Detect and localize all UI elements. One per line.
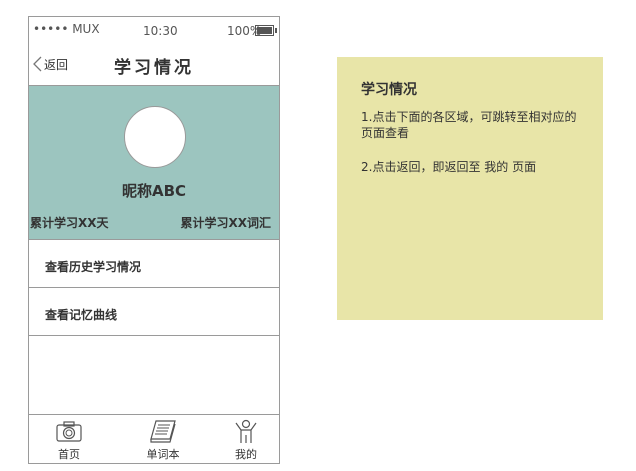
menu-item-label: 查看历史学习情况 xyxy=(45,260,142,274)
menu-item-label: 查看记忆曲线 xyxy=(45,308,118,322)
menu-item-memory-curve[interactable]: 查看记忆曲线 xyxy=(29,287,279,336)
profile-header: 昵称ABC 累计学习XX天 累计学习XX词汇 xyxy=(29,86,279,239)
person-icon xyxy=(235,419,257,443)
battery-icon xyxy=(255,25,277,36)
nickname: 昵称ABC xyxy=(121,182,187,200)
tab-label: 首页 xyxy=(58,448,80,461)
camera-icon xyxy=(56,421,82,442)
tab-bar: 首页 单词本 我的 xyxy=(29,414,279,463)
phone-frame: ••••• MUX 10:30 100% 返回 学习情况 昵称ABC 累计学习X… xyxy=(28,16,280,464)
annotation-note: 学习情况 1.点击下面的各区域，可跳转至相对应的页面查看 2.点击返回，即返回至… xyxy=(337,57,603,320)
note-line: 1.点击下面的各区域，可跳转至相对应的页面查看 xyxy=(361,110,577,140)
note-title: 学习情况 xyxy=(361,82,417,98)
nav-bar: 返回 学习情况 xyxy=(29,43,279,86)
status-time: 10:30 xyxy=(143,24,178,38)
total-words-stat: 累计学习XX词汇 xyxy=(180,216,271,230)
note-line: 2.点击返回，即返回至 我的 页面 xyxy=(361,160,537,174)
menu-item-history[interactable]: 查看历史学习情况 xyxy=(29,239,279,287)
tab-wordbook[interactable]: 单词本 xyxy=(128,415,198,463)
book-icon xyxy=(150,420,176,443)
tab-label: 单词本 xyxy=(146,448,180,461)
signal-carrier: ••••• MUX xyxy=(33,22,100,36)
tab-label: 我的 xyxy=(235,448,257,461)
tab-home[interactable]: 首页 xyxy=(34,415,104,463)
avatar[interactable] xyxy=(124,106,186,168)
status-bar: ••••• MUX 10:30 100% xyxy=(29,17,279,44)
page-title: 学习情况 xyxy=(114,58,194,78)
total-days-stat: 累计学习XX天 xyxy=(30,216,109,230)
tab-mine[interactable]: 我的 xyxy=(211,415,281,463)
